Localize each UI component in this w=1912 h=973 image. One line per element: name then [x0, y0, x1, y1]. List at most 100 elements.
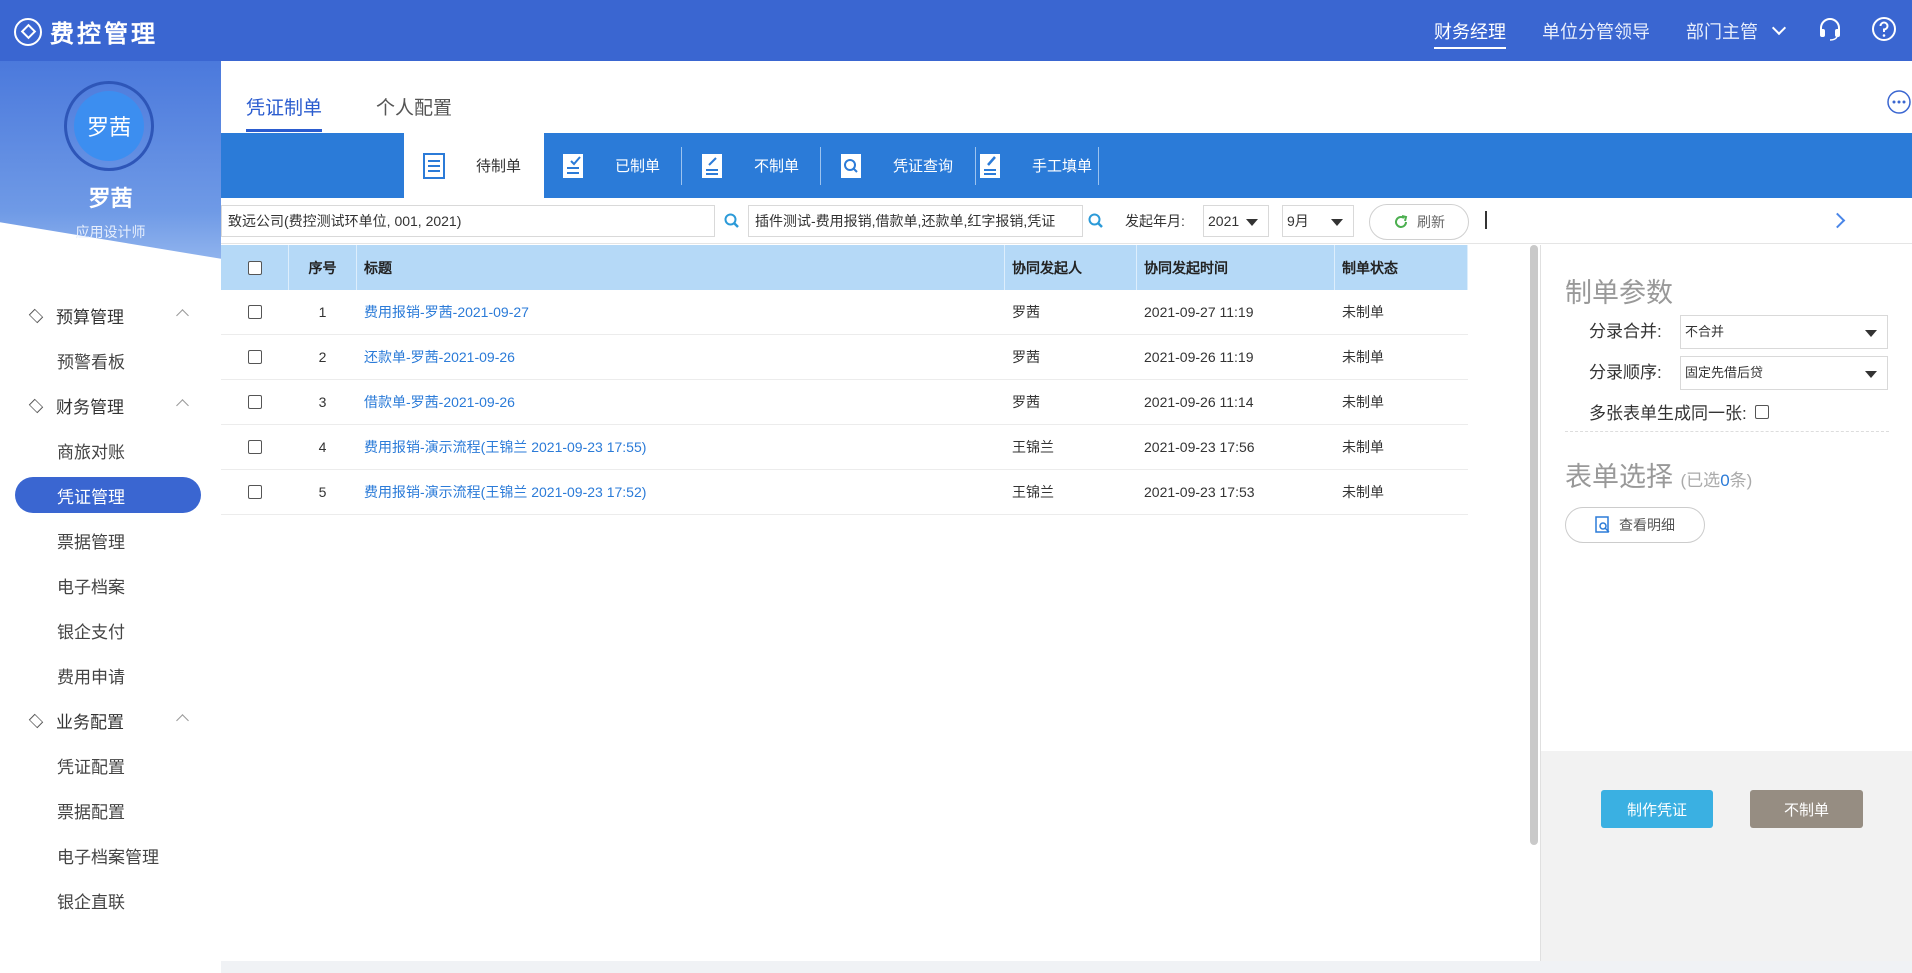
column-header-time[interactable]: 协同发起时间: [1137, 245, 1335, 290]
sidebar-menu: 预算管理 预警看板 财务管理 商旅对账 凭证管理 票据管理 电子档案 银企支付 …: [0, 293, 221, 923]
table-row[interactable]: 5 费用报销-演示流程(王锦兰 2021-09-23 17:52) 王锦兰 20…: [221, 470, 1468, 515]
merge-select[interactable]: 不合并: [1680, 315, 1888, 349]
sidebar-group-label: 业务配置: [56, 713, 124, 732]
role-unit-leader[interactable]: 单位分管领导: [1542, 0, 1650, 61]
manual-fill-button[interactable]: 手工填单: [978, 133, 1092, 198]
sidebar-item-warning-board[interactable]: 预警看板: [0, 338, 221, 383]
table-header: 序号 标题 协同发起人 协同发起时间 制单状态: [221, 245, 1468, 290]
row-checkbox[interactable]: [247, 395, 262, 409]
role-department-head[interactable]: 部门主管: [1686, 0, 1787, 61]
row-time: 2021-09-27 11:19: [1137, 290, 1335, 334]
selected-count-prefix: (已选: [1680, 471, 1721, 490]
template-input[interactable]: 插件测试-费用报销,借款单,还款单,红字报销,凭证: [748, 205, 1083, 237]
merge-value: 不合并: [1685, 324, 1725, 339]
company-input[interactable]: 致远公司(费控测试环单位, 001, 2021): [221, 205, 715, 237]
avatar[interactable]: 罗茜: [64, 81, 154, 171]
order-select[interactable]: 固定先借后贷: [1680, 356, 1888, 390]
year-month-label: 发起年月:: [1125, 213, 1185, 229]
no-make-label: 不制单: [754, 158, 800, 175]
column-header-initiator[interactable]: 协同发起人: [1005, 245, 1137, 290]
row-title-link[interactable]: 费用报销-演示流程(王锦兰 2021-09-23 17:55): [357, 425, 1005, 469]
search-icon[interactable]: [723, 212, 741, 230]
sidebar-item-e-archive-management[interactable]: 电子档案管理: [0, 833, 221, 878]
table-scrollbar[interactable]: [1530, 245, 1538, 845]
year-select[interactable]: 2021: [1203, 205, 1269, 237]
row-initiator: 罗茜: [1005, 290, 1137, 334]
row-index: 2: [289, 335, 357, 379]
row-checkbox[interactable]: [247, 305, 262, 319]
multi-form-checkbox[interactable]: [1754, 404, 1769, 419]
chevron-up-icon: [176, 399, 189, 412]
role-department-head-label: 部门主管: [1686, 21, 1758, 42]
row-time: 2021-09-26 11:14: [1137, 380, 1335, 424]
checked-document-icon: [563, 153, 583, 178]
sidebar: 罗茜 罗茜 应用设计师 预算管理 预警看板 财务管理 商旅对账 凭证管理 票据管…: [0, 61, 221, 973]
sidebar-item-e-archive[interactable]: 电子档案: [0, 563, 221, 608]
refresh-button[interactable]: 刷新: [1369, 204, 1469, 240]
row-checkbox[interactable]: [247, 350, 262, 364]
row-initiator: 王锦兰: [1005, 425, 1137, 469]
sidebar-item-expense-request[interactable]: 费用申请: [0, 653, 221, 698]
column-header-index[interactable]: 序号: [289, 245, 357, 290]
sidebar-group-label: 预算管理: [56, 308, 124, 327]
table-row[interactable]: 1 费用报销-罗茜-2021-09-27 罗茜 2021-09-27 11:19…: [221, 290, 1468, 335]
app-logo[interactable]: 费控管理: [14, 14, 158, 49]
layers-icon: [28, 713, 44, 729]
row-title-link[interactable]: 还款单-罗茜-2021-09-26: [357, 335, 1005, 379]
row-title-link[interactable]: 费用报销-演示流程(王锦兰 2021-09-23 17:52): [357, 470, 1005, 514]
row-title-link[interactable]: 费用报销-罗茜-2021-09-27: [357, 290, 1005, 334]
action-toolbar: 待制单 已制单 不制单 凭证查询 手工填单: [221, 133, 1912, 198]
skip-voucher-button[interactable]: 不制单: [1750, 790, 1863, 828]
sidebar-item-voucher-management[interactable]: 凭证管理: [15, 477, 201, 513]
search-document-icon: [841, 153, 861, 178]
table-row[interactable]: 4 费用报销-演示流程(王锦兰 2021-09-23 17:55) 王锦兰 20…: [221, 425, 1468, 470]
text-cursor: [1485, 211, 1487, 229]
view-detail-button[interactable]: 查看明细: [1565, 507, 1705, 543]
form-select-title: 表单选择: [1565, 462, 1673, 492]
avatar-initials: 罗茜: [74, 91, 144, 161]
filter-bar: 致远公司(费控测试环单位, 001, 2021) 插件测试-费用报销,借款单,还…: [221, 198, 1912, 244]
app-title: 费控管理: [50, 21, 158, 48]
toolbar-divider: [975, 147, 976, 185]
column-header-title[interactable]: 标题: [357, 245, 1005, 290]
headset-icon[interactable]: [1817, 16, 1843, 42]
tab-personal-config[interactable]: 个人配置: [376, 93, 452, 120]
month-select[interactable]: 9月: [1282, 205, 1354, 237]
row-status: 未制单: [1335, 425, 1468, 469]
tab-voucher-making[interactable]: 凭证制单: [246, 93, 323, 132]
sidebar-item-bank-payment[interactable]: 银企支付: [0, 608, 221, 653]
sidebar-item-invoice-config[interactable]: 票据配置: [0, 788, 221, 833]
row-index: 4: [289, 425, 357, 469]
voucher-query-button[interactable]: 凭证查询: [839, 133, 953, 198]
role-finance-manager[interactable]: 财务经理: [1434, 0, 1506, 61]
sidebar-item-voucher-config[interactable]: 凭证配置: [0, 743, 221, 788]
more-icon[interactable]: [1886, 89, 1912, 115]
table-row[interactable]: 2 还款单-罗茜-2021-09-26 罗茜 2021-09-26 11:19 …: [221, 335, 1468, 380]
made-button[interactable]: 已制单: [561, 133, 660, 198]
search-icon[interactable]: [1087, 212, 1105, 230]
top-bar: 费控管理 财务经理 单位分管领导 部门主管: [0, 0, 1912, 61]
sidebar-group-business-config[interactable]: 业务配置: [0, 698, 221, 743]
pending-button[interactable]: 待制单: [404, 133, 544, 198]
help-icon[interactable]: [1871, 16, 1897, 42]
sidebar-item-invoice-management[interactable]: 票据管理: [0, 518, 221, 563]
make-voucher-button[interactable]: 制作凭证: [1601, 790, 1713, 828]
column-header-status[interactable]: 制单状态: [1335, 245, 1468, 290]
search-document-icon: [1595, 516, 1610, 533]
row-checkbox[interactable]: [247, 440, 262, 454]
sidebar-group-budget[interactable]: 预算管理: [0, 293, 221, 338]
sidebar-group-finance[interactable]: 财务管理: [0, 383, 221, 428]
layers-icon: [28, 398, 44, 414]
toolbar-divider: [1098, 147, 1099, 185]
chevron-right-icon[interactable]: [1829, 212, 1846, 229]
toolbar-divider: [820, 147, 821, 185]
sidebar-item-bank-direct[interactable]: 银企直联: [0, 878, 221, 923]
select-all-checkbox[interactable]: [247, 260, 262, 275]
chevron-up-icon: [176, 714, 189, 727]
row-title-link[interactable]: 借款单-罗茜-2021-09-26: [357, 380, 1005, 424]
sidebar-item-travel-reconcile[interactable]: 商旅对账: [0, 428, 221, 473]
row-checkbox[interactable]: [247, 485, 262, 499]
no-make-button[interactable]: 不制单: [700, 133, 799, 198]
table-row[interactable]: 3 借款单-罗茜-2021-09-26 罗茜 2021-09-26 11:14 …: [221, 380, 1468, 425]
made-label: 已制单: [615, 158, 661, 175]
